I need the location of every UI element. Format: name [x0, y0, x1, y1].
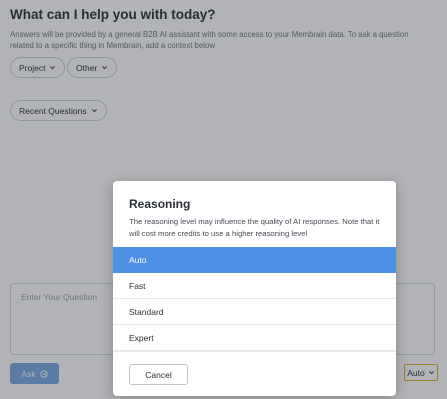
reasoning-option-fast[interactable]: Fast — [113, 273, 396, 299]
reasoning-option-auto[interactable]: Auto — [113, 247, 396, 273]
cancel-button[interactable]: Cancel — [129, 364, 188, 385]
reasoning-option-standard[interactable]: Standard — [113, 299, 396, 325]
modal-title: Reasoning — [129, 197, 191, 211]
reasoning-modal: Reasoning The reasoning level may influe… — [113, 181, 396, 396]
reasoning-option-expert[interactable]: Expert — [113, 325, 396, 351]
modal-description: The reasoning level may influence the qu… — [129, 217, 380, 238]
reasoning-options-list: Auto Fast Standard Expert — [113, 247, 396, 351]
modal-divider — [113, 351, 396, 352]
